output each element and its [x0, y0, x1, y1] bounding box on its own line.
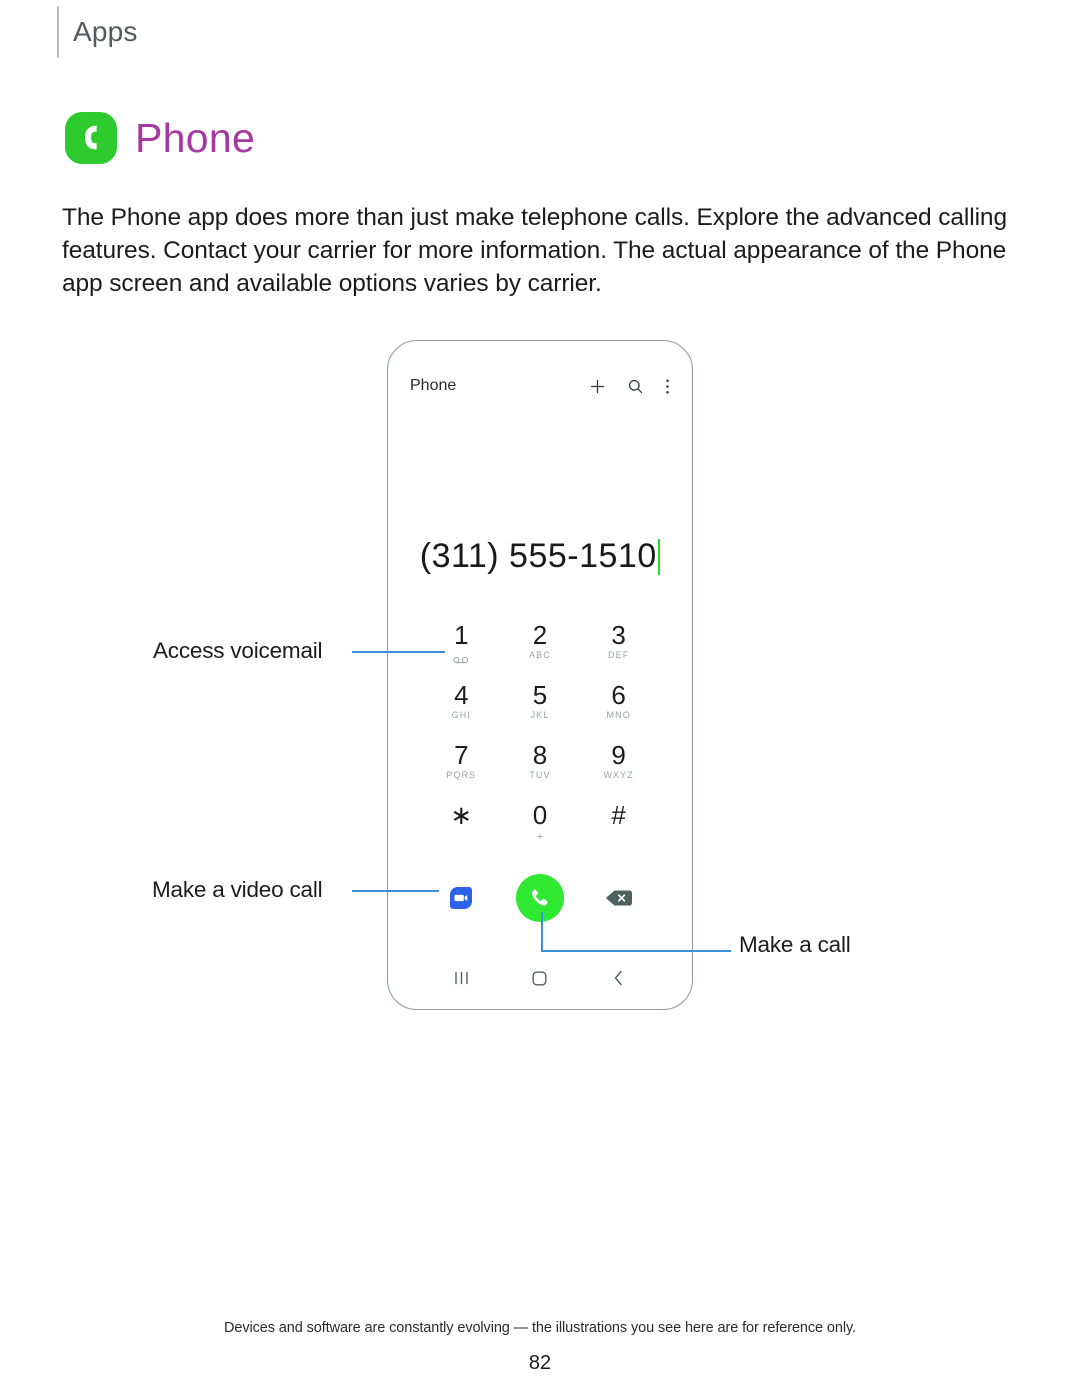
key-digit: 5	[532, 680, 548, 710]
key-sublabel: ABC	[529, 650, 551, 660]
recents-icon[interactable]	[453, 971, 470, 985]
more-options-icon[interactable]	[665, 378, 670, 395]
dialed-number-value: (311) 555-1510	[419, 537, 657, 575]
key-sublabel: MNO	[606, 710, 631, 720]
key-digit: 3	[611, 620, 626, 650]
key-hash[interactable]: #	[579, 799, 658, 859]
dialed-number-field[interactable]: (311) 555-1510	[388, 537, 692, 576]
key-digit: #	[611, 800, 626, 830]
key-5[interactable]: 5 JKL	[501, 679, 580, 739]
key-7[interactable]: 7 PQRS	[422, 739, 501, 799]
key-8[interactable]: 8 TUV	[501, 739, 580, 799]
app-bar-icons	[589, 378, 670, 395]
text-caret	[657, 538, 661, 575]
key-digit: 1	[454, 620, 469, 650]
phone-app-icon	[65, 112, 117, 164]
key-digit: 4	[454, 680, 469, 710]
key-4[interactable]: 4 GHI	[422, 679, 501, 739]
callout-make-call: Make a call	[739, 932, 851, 957]
running-head: Apps	[57, 6, 138, 58]
key-digit: 7	[454, 740, 469, 770]
dialer-actions	[422, 871, 658, 925]
page-title: Phone	[65, 112, 255, 164]
key-digit: 9	[611, 740, 626, 770]
callout-access-voicemail: Access voicemail	[153, 638, 323, 663]
leader-line-video-call	[352, 890, 439, 892]
key-sublabel: PQRS	[446, 770, 477, 780]
leader-line-make-call-horizontal	[541, 950, 731, 952]
search-icon[interactable]	[627, 378, 644, 395]
phone-device-mockup: Phone (311) 555-1510 1 2 ABC 3 DEF 4 GHI…	[387, 340, 693, 1010]
video-call-button[interactable]	[446, 883, 476, 913]
phone-screen: Phone (311) 555-1510 1 2 ABC 3 DEF 4 GHI…	[388, 341, 692, 1009]
key-sublabel: WXYZ	[603, 770, 634, 780]
backspace-button[interactable]	[604, 888, 634, 908]
page-title-label: Phone	[135, 114, 256, 161]
key-digit: 2	[532, 620, 548, 650]
key-sublabel: DEF	[608, 650, 630, 660]
key-2[interactable]: 2 ABC	[501, 619, 580, 679]
running-head-label: Apps	[73, 16, 138, 47]
key-sublabel: JKL	[530, 710, 550, 720]
add-icon[interactable]	[589, 378, 606, 395]
page-number: 82	[528, 1352, 552, 1374]
key-1[interactable]: 1	[422, 619, 501, 679]
dial-keypad: 1 2 ABC 3 DEF 4 GHI 5 JKL 6 MNO 7 PQRS 8…	[422, 619, 658, 859]
key-0[interactable]: 0 +	[501, 799, 580, 859]
android-navigation-bar	[388, 961, 692, 995]
app-bar-title: Phone	[410, 377, 457, 394]
key-9[interactable]: 9 WXYZ	[579, 739, 658, 799]
voicemail-icon	[453, 651, 470, 669]
footer-note: Devices and software are constantly evol…	[224, 1320, 856, 1336]
home-square-icon[interactable]	[532, 971, 547, 986]
key-3[interactable]: 3 DEF	[579, 619, 658, 679]
app-bar: Phone	[388, 369, 692, 403]
key-digit: ∗	[450, 800, 473, 830]
key-sublabel: TUV	[529, 770, 551, 780]
key-sublabel: +	[536, 831, 544, 843]
leader-line-voicemail	[352, 651, 445, 653]
callout-make-video-call: Make a video call	[152, 877, 323, 902]
leader-line-make-call-vertical	[541, 912, 543, 951]
key-digit: 8	[532, 740, 548, 770]
key-6[interactable]: 6 MNO	[579, 679, 658, 739]
key-digit: 0	[532, 800, 548, 830]
key-digit: 6	[611, 680, 626, 710]
intro-paragraph: The Phone app does more than just make t…	[62, 203, 1007, 297]
key-asterisk[interactable]: ∗	[422, 799, 501, 859]
back-chevron-icon[interactable]	[613, 970, 624, 986]
call-button[interactable]	[515, 874, 564, 922]
key-sublabel: GHI	[451, 710, 471, 720]
